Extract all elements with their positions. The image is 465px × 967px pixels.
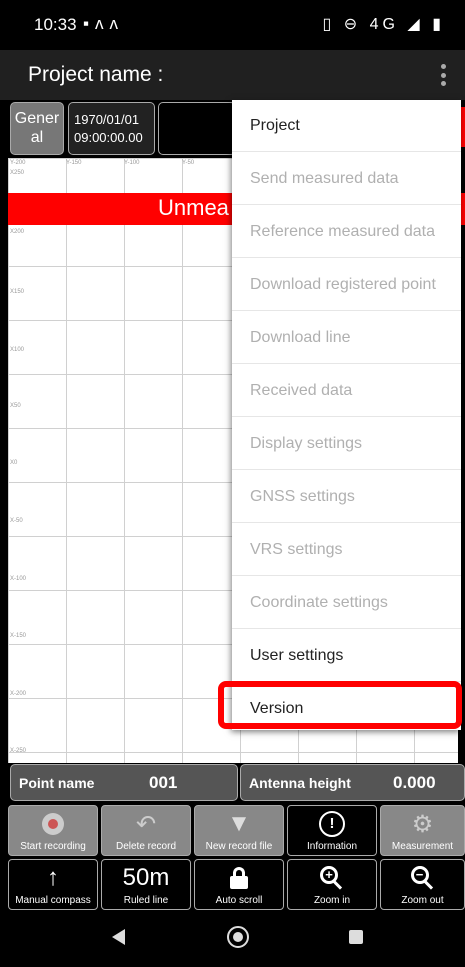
menu-item-vrs-settings[interactable]: VRS settings — [232, 524, 461, 576]
category-button[interactable]: Gener al — [10, 102, 64, 155]
button-label: Zoom out — [401, 895, 444, 906]
date-text: 1970/01/01 — [74, 112, 140, 127]
menu-item-display-settings[interactable]: Display settings — [232, 418, 461, 470]
y-tick-label: X200 — [10, 229, 25, 235]
undo-icon: ↶ — [135, 810, 157, 838]
y-tick-label: X100 — [10, 347, 25, 353]
antenna-height-value: 0.000 — [393, 773, 436, 792]
point-name-value: 001 — [149, 773, 178, 792]
point-name-field[interactable]: Point name 001 — [10, 764, 238, 801]
y-tick-label: X0 — [10, 460, 18, 466]
start-recording-button[interactable]: Start recording — [8, 805, 98, 856]
menu-item-user-settings[interactable]: User settings — [232, 630, 461, 682]
ruled-line-button[interactable]: 50m Ruled line — [101, 859, 191, 910]
4g-icon: 4G — [369, 16, 399, 33]
system-nav-bar — [0, 913, 465, 967]
menu-item-gnss-settings[interactable]: GNSS settings — [232, 471, 461, 523]
notification-icons: ▪ʌʌ — [83, 14, 124, 34]
y-tick-label: X250 — [10, 170, 25, 176]
record-icon — [9, 810, 97, 838]
back-icon[interactable] — [112, 929, 125, 945]
banner-text: Unmea — [158, 195, 229, 220]
menu-item-send-measured-data[interactable]: Send measured data — [232, 153, 461, 205]
auto-scroll-button[interactable]: Auto scroll — [194, 859, 284, 910]
button-label: Auto scroll — [215, 895, 263, 906]
arrow-up-icon: ↑ — [47, 864, 59, 891]
menu-item-coordinate-settings[interactable]: Coordinate settings — [232, 577, 461, 629]
menu-item-download-registered-point[interactable]: Download registered point — [232, 259, 461, 311]
battery-icon: ▮ — [432, 16, 445, 33]
menu-item-download-line[interactable]: Download line — [232, 312, 461, 364]
x-tick-label: Y-200 — [10, 160, 26, 166]
system-icons: ▯ ⊖ 4G ◢ ▮ — [323, 14, 446, 34]
overflow-menu: Project Send measured data Reference mea… — [232, 100, 461, 730]
y-tick-label: X-250 — [10, 748, 27, 754]
page-title: Project name : — [28, 63, 164, 86]
antenna-height-field[interactable]: Antenna height 0.000 — [240, 764, 465, 801]
lock-icon — [195, 864, 283, 892]
new-file-icon: ▼ — [227, 810, 251, 837]
zoom-in-icon: + — [288, 864, 376, 892]
x-tick-label: Y-150 — [66, 160, 82, 166]
status-box — [158, 102, 236, 155]
information-button[interactable]: ! Information — [287, 805, 377, 856]
manual-compass-button[interactable]: ↑ Manual compass — [8, 859, 98, 910]
menu-item-project[interactable]: Project — [232, 100, 461, 152]
y-tick-label: X-50 — [10, 518, 23, 524]
zoom-in-button[interactable]: + Zoom in — [287, 859, 377, 910]
recent-apps-icon[interactable] — [349, 930, 363, 944]
m-app-icon: ʌʌ — [95, 14, 125, 33]
action-toolbar: Start recording ↶ Delete record ▼ New re… — [8, 805, 465, 856]
button-label: New record file — [205, 841, 273, 852]
measurement-button[interactable]: ⚙ Measurement — [380, 805, 465, 856]
button-label: Delete record — [115, 841, 177, 852]
x-tick-label: Y-100 — [124, 160, 140, 166]
button-label: Start recording — [20, 841, 86, 852]
zoom-out-icon: − — [381, 864, 464, 892]
time-text: 09:00:00.00 — [74, 130, 143, 145]
point-name-label: Point name — [19, 775, 95, 791]
button-label: Measurement — [391, 841, 454, 852]
x-tick-label: Y-50 — [182, 160, 195, 166]
menu-item-reference-measured-data[interactable]: Reference measured data — [232, 206, 461, 258]
gear-icon: ⚙ — [411, 810, 434, 838]
signal-icon: ◢ — [407, 16, 424, 33]
antenna-height-label: Antenna height — [249, 775, 351, 791]
version-highlight-box — [218, 681, 462, 729]
home-icon[interactable] — [227, 926, 249, 948]
overflow-menu-icon[interactable] — [439, 64, 447, 86]
datetime-box: 1970/01/01 09:00:00.00 — [68, 102, 155, 155]
dnd-icon: ⊖ — [343, 16, 362, 33]
zoom-out-button[interactable]: − Zoom out — [380, 859, 465, 910]
app-bar: Project name : — [0, 50, 465, 100]
y-tick-label: X-100 — [10, 576, 27, 582]
new-record-file-button[interactable]: ▼ New record file — [194, 805, 284, 856]
y-tick-label: X-200 — [10, 691, 27, 697]
button-label: Manual compass — [15, 895, 91, 906]
button-label: Ruled line — [123, 895, 169, 906]
y-tick-label: X150 — [10, 289, 25, 295]
status-time: 10:33 — [34, 15, 77, 34]
menu-item-received-data[interactable]: Received data — [232, 365, 461, 417]
info-icon: ! — [288, 810, 376, 838]
status-bar: 10:33 ▪ʌʌ ▯ ⊖ 4G ◢ ▮ — [0, 0, 465, 50]
button-label: Zoom in — [313, 895, 351, 906]
button-label: Information — [306, 841, 358, 852]
y-tick-label: X50 — [10, 403, 21, 409]
image-icon: ▪ — [83, 14, 96, 33]
point-row: Point name 001 Antenna height 0.000 — [8, 764, 465, 802]
ruled-line-value: 50m — [122, 864, 170, 891]
status-indicator — [461, 107, 465, 147]
delete-record-button[interactable]: ↶ Delete record — [101, 805, 191, 856]
y-tick-label: X-150 — [10, 633, 27, 639]
view-toolbar: ↑ Manual compass 50m Ruled line Auto scr… — [8, 859, 465, 910]
vibrate-icon: ▯ — [322, 16, 336, 33]
